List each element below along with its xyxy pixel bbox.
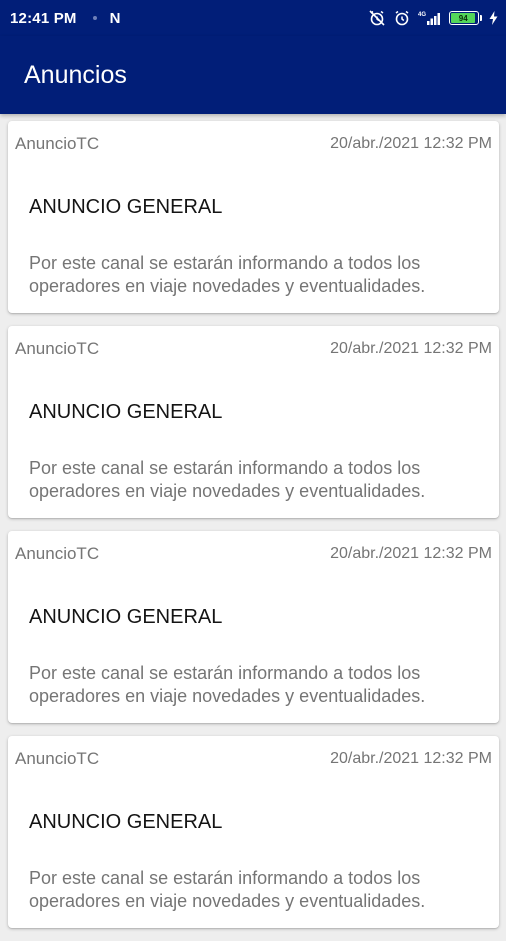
announcement-title: ANUNCIO GENERAL bbox=[29, 401, 223, 423]
app-bar: Anuncios bbox=[0, 36, 506, 114]
page-title: Anuncios bbox=[24, 60, 127, 89]
announcement-title: ANUNCIO GENERAL bbox=[29, 196, 223, 218]
announcement-date: 20/abr./2021 12:32 PM bbox=[330, 750, 492, 767]
announcement-body: Por este canal se estarán informando a t… bbox=[29, 458, 426, 501]
announcement-date: 20/abr./2021 12:32 PM bbox=[330, 545, 492, 562]
battery-icon: 94 bbox=[449, 11, 482, 25]
alarm-off-icon bbox=[369, 10, 385, 26]
announcement-body: Por este canal se estarán informando a t… bbox=[29, 663, 426, 706]
announcement-body: Por este canal se estarán informando a t… bbox=[29, 253, 426, 296]
announcement-card[interactable]: AnuncioTC 20/abr./2021 12:32 PM ANUNCIO … bbox=[8, 326, 499, 518]
announcement-body: Por este canal se estarán informando a t… bbox=[29, 868, 426, 911]
announcement-source: AnuncioTC bbox=[15, 134, 100, 153]
charging-icon bbox=[489, 11, 498, 25]
alarm-icon bbox=[395, 10, 409, 26]
announcement-source: AnuncioTC bbox=[15, 339, 100, 358]
announcement-date: 20/abr./2021 12:32 PM bbox=[330, 340, 492, 357]
announcement-source: AnuncioTC bbox=[15, 544, 100, 563]
announcement-source: AnuncioTC bbox=[15, 749, 100, 768]
status-dot-icon bbox=[92, 16, 97, 20]
status-bar: 12:41 PM N 4G 94 bbox=[0, 0, 506, 36]
announcement-date: 20/abr./2021 12:32 PM bbox=[330, 135, 492, 152]
status-icons: 4G 94 bbox=[368, 9, 498, 27]
announcement-list[interactable]: AnuncioTC 20/abr./2021 12:32 PM ANUNCIO … bbox=[8, 121, 499, 941]
n-icon: N bbox=[109, 9, 121, 27]
status-time: 12:41 PM bbox=[10, 9, 77, 27]
announcement-card[interactable]: AnuncioTC 20/abr./2021 12:32 PM ANUNCIO … bbox=[8, 736, 499, 928]
announcement-card[interactable]: AnuncioTC 20/abr./2021 12:32 PM ANUNCIO … bbox=[8, 531, 499, 723]
network-type-label: 4G bbox=[418, 12, 426, 18]
announcement-title: ANUNCIO GENERAL bbox=[29, 606, 223, 628]
battery-level: 94 bbox=[451, 13, 476, 23]
announcement-card[interactable]: AnuncioTC 20/abr./2021 12:32 PM ANUNCIO … bbox=[8, 121, 499, 313]
announcement-title: ANUNCIO GENERAL bbox=[29, 811, 223, 833]
signal-icon: 4G bbox=[418, 12, 440, 25]
